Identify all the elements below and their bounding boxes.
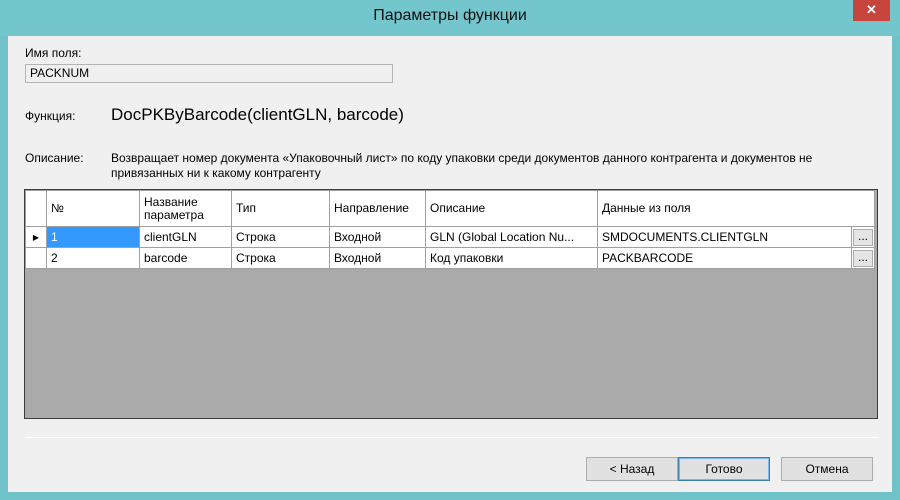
back-button[interactable]: < Назад (586, 457, 678, 481)
finish-button[interactable]: Готово (678, 457, 770, 481)
column-header-description[interactable]: Описание (425, 190, 598, 227)
table-row[interactable]: 2 barcode Строка Входной Код упаковки PA… (25, 247, 875, 269)
field-name-input[interactable]: PACKNUM (25, 64, 393, 83)
window-title: Параметры функции (373, 7, 527, 24)
current-row-marker[interactable]: ▶ (25, 226, 47, 248)
function-signature: DocPKByBarcode(clientGLN, barcode) (111, 105, 404, 124)
dialog-body: Имя поля: PACKNUM Функция: DocPKByBarcod… (8, 36, 892, 492)
description-text: Возвращает номер документа «Упаковочный … (111, 151, 813, 180)
cell-num[interactable]: 1 (46, 226, 140, 248)
column-header-name[interactable]: Название параметра (139, 190, 232, 227)
close-icon: ✕ (866, 2, 877, 17)
close-button[interactable]: ✕ (853, 0, 890, 21)
separator (25, 437, 879, 438)
row-marker[interactable] (25, 247, 47, 269)
browse-button[interactable]: ... (853, 249, 873, 267)
cell-name[interactable]: barcode (139, 247, 232, 269)
cell-browse: ... (851, 247, 875, 269)
cell-type[interactable]: Строка (231, 247, 330, 269)
field-name-label: Имя поля: (25, 46, 82, 60)
table-row[interactable]: ▶ 1 clientGLN Строка Входной GLN (Global… (25, 226, 875, 248)
cell-direction[interactable]: Входной (329, 226, 426, 248)
cell-type[interactable]: Строка (231, 226, 330, 248)
cell-browse: ... (851, 226, 875, 248)
grid-header-row: № Название параметра Тип Направление Опи… (25, 190, 875, 227)
cell-description[interactable]: GLN (Global Location Nu... (425, 226, 598, 248)
cell-direction[interactable]: Входной (329, 247, 426, 269)
browse-button[interactable]: ... (853, 228, 873, 246)
title-bar: Параметры функции ✕ (0, 0, 900, 36)
cell-num[interactable]: 2 (46, 247, 140, 269)
cell-name[interactable]: clientGLN (139, 226, 232, 248)
function-label: Функция: (25, 109, 76, 123)
column-header-num[interactable]: № (46, 190, 140, 227)
row-header-corner (25, 190, 47, 227)
description-label: Описание: (25, 151, 84, 165)
column-header-data[interactable]: Данные из поля (597, 190, 875, 227)
cell-data[interactable]: PACKBARCODE (597, 247, 852, 269)
column-header-type[interactable]: Тип (231, 190, 330, 227)
cancel-button[interactable]: Отмена (781, 457, 873, 481)
cell-data[interactable]: SMDOCUMENTS.CLIENTGLN (597, 226, 852, 248)
column-header-direction[interactable]: Направление (329, 190, 426, 227)
parameters-grid[interactable]: № Название параметра Тип Направление Опи… (24, 189, 878, 419)
cell-description[interactable]: Код упаковки (425, 247, 598, 269)
